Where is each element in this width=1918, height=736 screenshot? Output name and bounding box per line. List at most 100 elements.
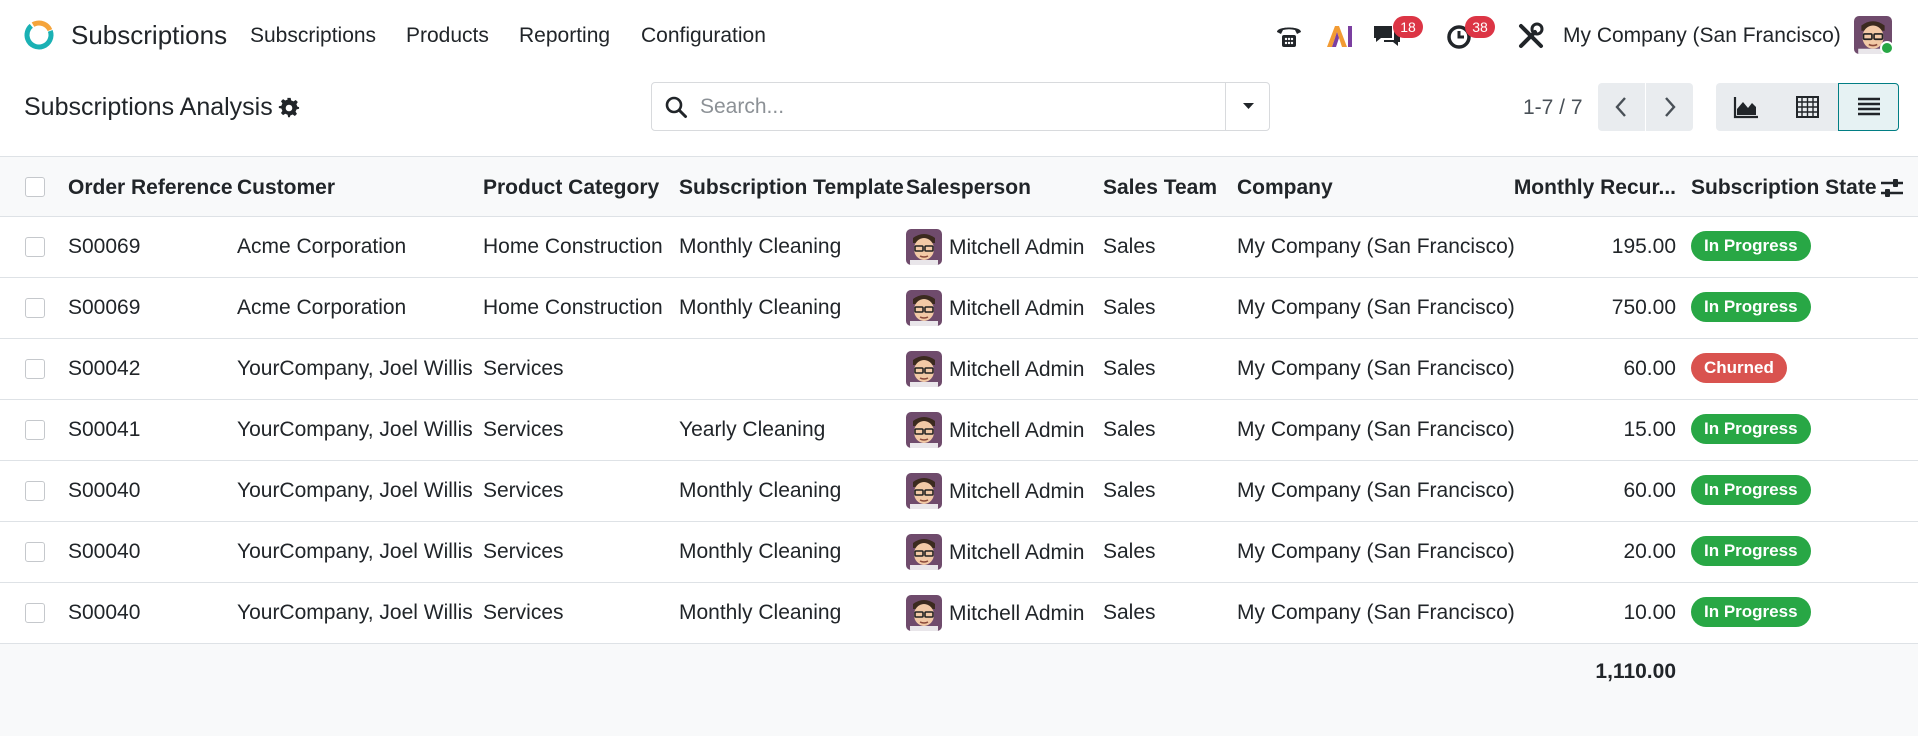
salesperson-cell: Mitchell Admin xyxy=(949,419,1085,442)
company-cell: My Company (San Francisco) xyxy=(1237,601,1515,624)
sales-team-cell: Sales xyxy=(1103,601,1156,624)
row-checkbox[interactable] xyxy=(25,298,45,318)
subscription-state-badge: In Progress xyxy=(1691,231,1811,261)
monthly-recurring-total: 1,110.00 xyxy=(1595,660,1676,683)
avatar-image xyxy=(906,595,942,631)
column-sales-team[interactable]: Sales Team xyxy=(1103,176,1217,200)
column-salesperson[interactable]: Salesperson xyxy=(906,176,1031,200)
pivot-view-button[interactable] xyxy=(1777,83,1838,131)
messages-badge: 18 xyxy=(1393,16,1423,38)
table-row[interactable]: S00040 YourCompany, Joel Willis Services… xyxy=(0,583,1918,644)
subscription-template-cell: Monthly Cleaning xyxy=(679,540,842,563)
area-chart-icon xyxy=(1733,97,1758,119)
subscription-template-cell: Yearly Cleaning xyxy=(679,418,826,441)
company-cell: My Company (San Francisco) xyxy=(1237,296,1515,319)
search-bar xyxy=(651,82,1270,131)
customer-cell: YourCompany, Joel Willis xyxy=(237,418,473,441)
salesperson-avatar xyxy=(906,595,942,631)
column-monthly-recurring[interactable]: Monthly Recur... xyxy=(1500,176,1676,200)
pager-previous-button[interactable] xyxy=(1598,83,1645,131)
sales-team-cell: Sales xyxy=(1103,296,1156,319)
company-cell: My Company (San Francisco) xyxy=(1237,235,1515,258)
company-cell: My Company (San Francisco) xyxy=(1237,540,1515,563)
monthly-recurring-cell: 15.00 xyxy=(1623,418,1676,441)
ai-icon[interactable] xyxy=(1323,20,1355,52)
avatar-image xyxy=(906,351,942,387)
menu-subscriptions[interactable]: Subscriptions xyxy=(250,24,376,48)
salesperson-avatar xyxy=(906,229,942,265)
pivot-table-icon xyxy=(1796,96,1819,118)
product-category-cell: Home Construction xyxy=(483,235,663,258)
menu-configuration[interactable]: Configuration xyxy=(641,24,766,48)
online-status-dot xyxy=(1880,41,1894,55)
order-reference-cell: S00069 xyxy=(68,296,141,319)
list-view-button[interactable] xyxy=(1838,83,1899,131)
product-category-cell: Services xyxy=(483,418,564,441)
table-row[interactable]: S00069 Acme Corporation Home Constructio… xyxy=(0,217,1918,278)
menu-products[interactable]: Products xyxy=(406,24,489,48)
column-order-reference[interactable]: Order Reference xyxy=(68,176,233,200)
customer-cell: Acme Corporation xyxy=(237,296,407,319)
company-switcher[interactable]: My Company (San Francisco) xyxy=(1563,24,1841,48)
product-category-cell: Services xyxy=(483,540,564,563)
order-reference-cell: S00041 xyxy=(68,418,141,441)
order-reference-cell: S00040 xyxy=(68,479,141,502)
column-company[interactable]: Company xyxy=(1237,176,1333,200)
table-row[interactable]: S00040 YourCompany, Joel Willis Services… xyxy=(0,522,1918,583)
company-cell: My Company (San Francisco) xyxy=(1237,357,1515,380)
select-all-checkbox[interactable] xyxy=(25,177,45,197)
subscription-template-cell: Monthly Cleaning xyxy=(679,235,842,258)
customer-cell: YourCompany, Joel Willis xyxy=(237,540,473,563)
search-icon xyxy=(665,96,687,118)
sales-team-cell: Sales xyxy=(1103,235,1156,258)
column-subscription-template[interactable]: Subscription Template xyxy=(679,176,904,200)
subscription-template-cell: Monthly Cleaning xyxy=(679,296,842,319)
app-name[interactable]: Subscriptions xyxy=(71,20,227,51)
subscription-state-badge: In Progress xyxy=(1691,475,1811,505)
table-row[interactable]: S00042 YourCompany, Joel Willis Services… xyxy=(0,339,1918,400)
customer-cell: Acme Corporation xyxy=(237,235,407,258)
activities-badge: 38 xyxy=(1465,16,1495,38)
order-reference-cell: S00042 xyxy=(68,357,141,380)
table-header: Order Reference Customer Product Categor… xyxy=(0,156,1918,217)
gear-icon[interactable] xyxy=(278,97,300,119)
row-checkbox[interactable] xyxy=(25,359,45,379)
row-checkbox[interactable] xyxy=(25,542,45,562)
subscription-state-badge: In Progress xyxy=(1691,292,1811,322)
sales-team-cell: Sales xyxy=(1103,357,1156,380)
row-checkbox[interactable] xyxy=(25,603,45,623)
pager-value[interactable]: 1-7 / 7 xyxy=(1523,96,1583,120)
row-checkbox[interactable] xyxy=(25,481,45,501)
search-input[interactable] xyxy=(700,89,1200,125)
subscriptions-table: Order Reference Customer Product Categor… xyxy=(0,156,1918,736)
column-product-category[interactable]: Product Category xyxy=(483,176,659,200)
salesperson-cell: Mitchell Admin xyxy=(949,236,1085,259)
column-options-icon[interactable] xyxy=(1880,177,1904,199)
sales-team-cell: Sales xyxy=(1103,418,1156,441)
customer-cell: YourCompany, Joel Willis xyxy=(237,357,473,380)
product-category-cell: Services xyxy=(483,479,564,502)
phone-icon[interactable] xyxy=(1273,20,1305,52)
table-row[interactable]: S00040 YourCompany, Joel Willis Services… xyxy=(0,461,1918,522)
column-customer[interactable]: Customer xyxy=(237,176,335,200)
table-row[interactable]: S00041 YourCompany, Joel Willis Services… xyxy=(0,400,1918,461)
salesperson-avatar xyxy=(906,473,942,509)
pager-next-button[interactable] xyxy=(1646,83,1693,131)
graph-view-button[interactable] xyxy=(1716,83,1777,131)
search-options-toggle[interactable] xyxy=(1225,83,1270,130)
salesperson-avatar xyxy=(906,534,942,570)
avatar-image xyxy=(906,412,942,448)
subscriptions-logo-icon[interactable] xyxy=(22,18,56,52)
row-checkbox[interactable] xyxy=(25,237,45,257)
company-cell: My Company (San Francisco) xyxy=(1237,479,1515,502)
monthly-recurring-cell: 10.00 xyxy=(1623,601,1676,624)
chevron-right-icon xyxy=(1665,97,1676,117)
subscription-state-badge: In Progress xyxy=(1691,597,1811,627)
column-subscription-state[interactable]: Subscription State xyxy=(1691,176,1877,200)
table-row[interactable]: S00069 Acme Corporation Home Constructio… xyxy=(0,278,1918,339)
tools-icon[interactable] xyxy=(1515,20,1547,52)
salesperson-cell: Mitchell Admin xyxy=(949,358,1085,381)
caret-down-icon xyxy=(1243,103,1254,109)
menu-reporting[interactable]: Reporting xyxy=(519,24,610,48)
row-checkbox[interactable] xyxy=(25,420,45,440)
